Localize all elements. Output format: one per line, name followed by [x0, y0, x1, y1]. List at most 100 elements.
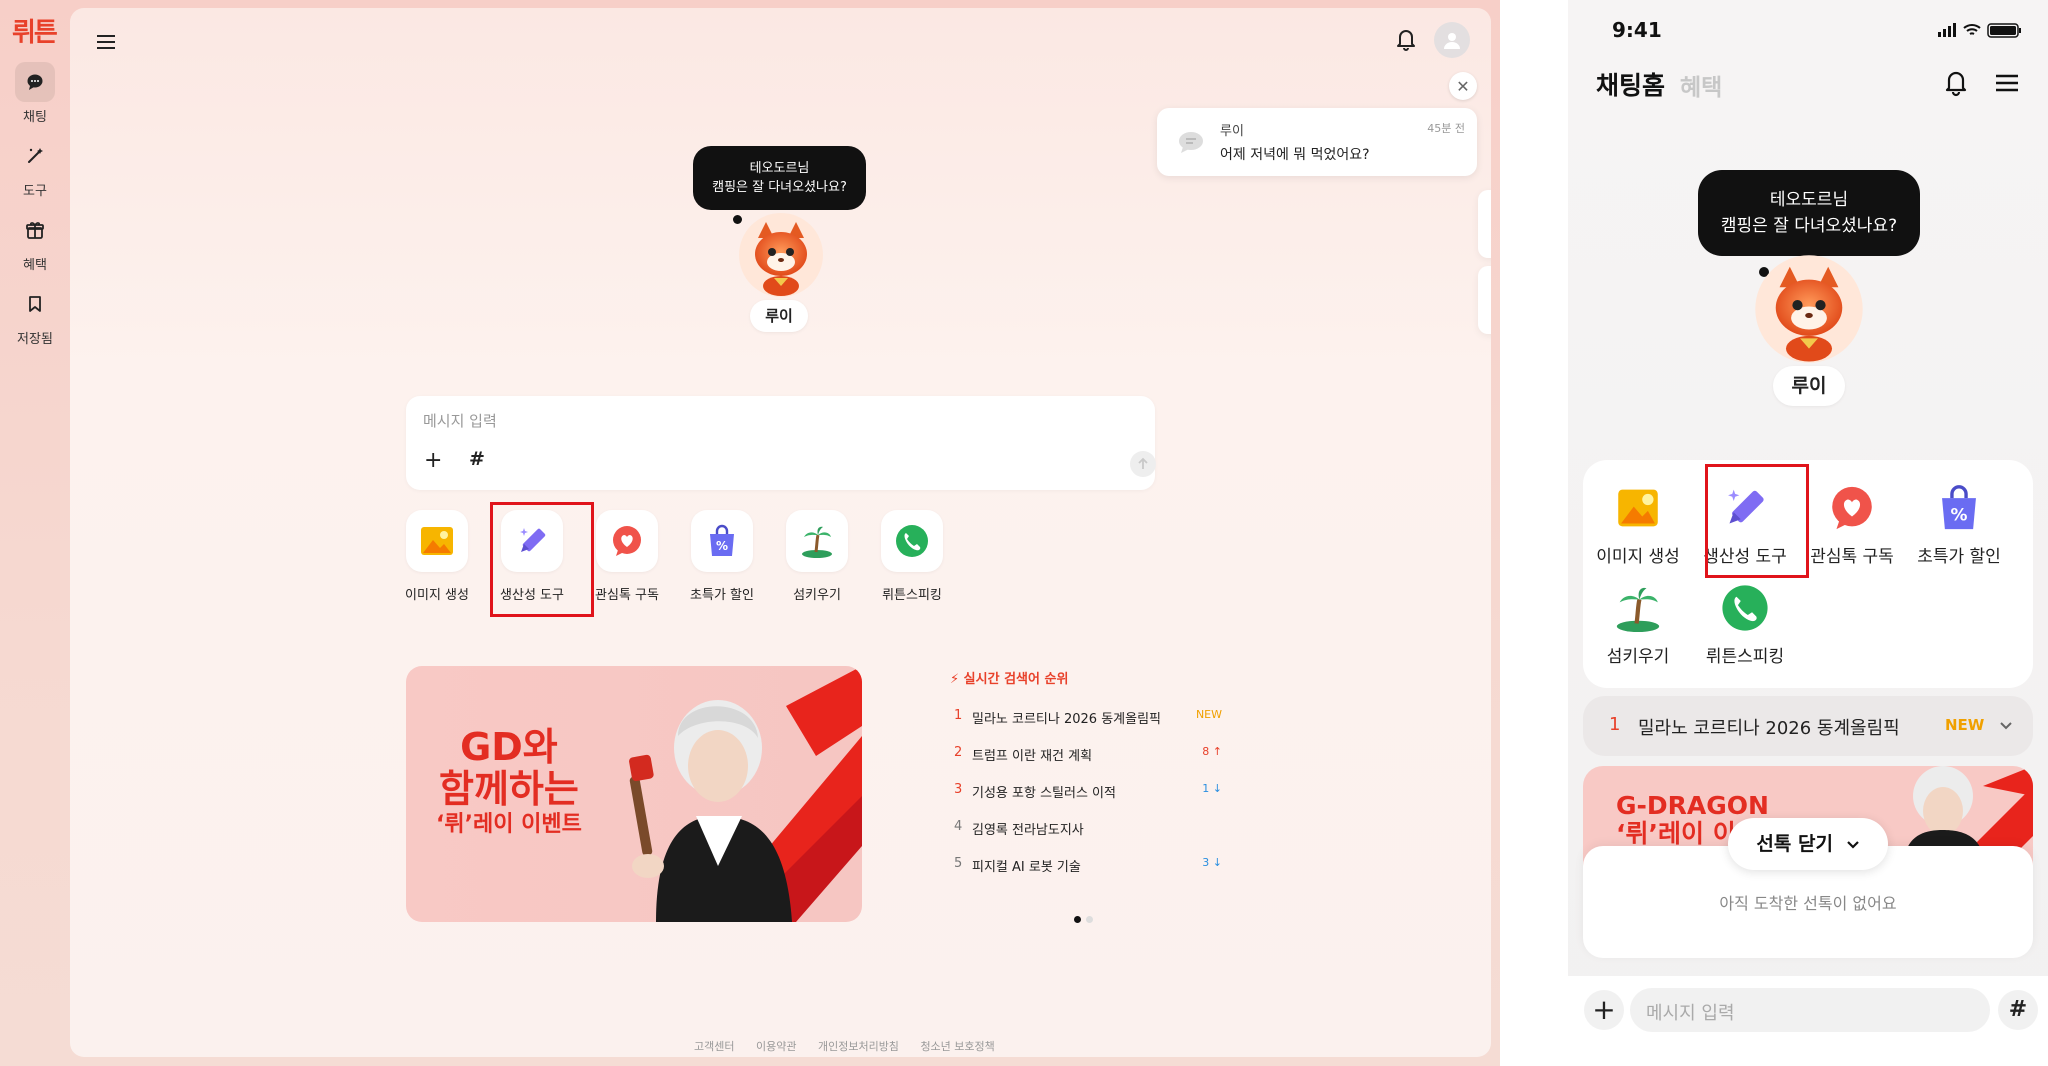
tool-discount[interactable]: % 초특가 할인 — [1906, 484, 2012, 567]
character-avatar[interactable] — [1754, 254, 1864, 364]
character-speech-bubble: 테오도르님 캠핑은 잘 다녀오셨나요? — [1698, 170, 1920, 256]
tool-speaking[interactable]: 뤼튼스피킹 — [866, 510, 958, 603]
trending-badge: NEW — [1945, 716, 1985, 734]
trending-title: ⚡ 실시간 검색어 순위 — [950, 668, 1222, 687]
footer-link[interactable]: 개인정보처리방침 — [818, 1040, 899, 1053]
tool-image-generate[interactable]: 이미지 생성 — [1585, 484, 1691, 567]
bubble-line: 캠핑은 잘 다녀오셨나요? — [712, 180, 847, 195]
app-logo[interactable]: 뤼튼 — [12, 12, 58, 49]
promo-banner[interactable]: GD와 함께하는 ‘뤼’레이 이벤트 — [406, 666, 862, 922]
trending-row[interactable]: 1 밀라노 코르티나 2026 동계올림픽 NEW — [954, 708, 1222, 728]
message-composer[interactable]: 메시지 입력 + # — [406, 396, 1156, 490]
tool-image-generate[interactable]: 이미지 생성 — [391, 510, 483, 603]
close-icon[interactable]: ✕ — [1449, 72, 1477, 100]
toast-message: 어제 저녁에 뭐 먹었어요? — [1220, 147, 1370, 163]
rail-label: 채팅 — [23, 110, 47, 125]
palm-island-icon — [786, 510, 848, 572]
user-avatar-icon[interactable] — [1434, 22, 1470, 58]
tool-label: 섬키우기 — [1606, 647, 1670, 667]
send-arrow-icon[interactable] — [1130, 451, 1156, 477]
trending-text: 밀라노 코르티나 2026 동계올림픽 — [972, 712, 1162, 727]
rail-label: 도구 — [23, 184, 47, 199]
message-input[interactable]: 메시지 입력 — [423, 410, 497, 431]
rail-item-chat[interactable]: 채팅 — [0, 62, 70, 125]
character-name: 루이 — [1773, 366, 1845, 406]
discount-bag-icon: % — [1935, 484, 1983, 532]
trending-rank: 1 — [1609, 714, 1621, 735]
gift-icon — [15, 210, 55, 250]
rail-item-benefits[interactable]: 혜택 — [0, 210, 70, 273]
svg-text:%: % — [716, 539, 728, 553]
footer-link[interactable]: 청소년 보호정책 — [920, 1040, 994, 1053]
tool-label: 이미지 생성 — [405, 588, 469, 603]
trending-text: 밀라노 코르티나 2026 동계올림픽 — [1638, 718, 1900, 739]
image-generate-icon — [406, 510, 468, 572]
footer-link[interactable]: 고객센터 — [694, 1040, 734, 1053]
bubble-line: 테오도르님 — [1769, 190, 1849, 210]
footer-link[interactable]: 이용약관 — [756, 1040, 796, 1053]
tool-interest-talk[interactable]: 관심톡 구독 — [581, 510, 673, 603]
tool-interest-talk[interactable]: 관심톡 구독 — [1799, 484, 1905, 567]
rail-item-tools[interactable]: 도구 — [0, 136, 70, 199]
tool-label: 초특가 할인 — [690, 588, 754, 603]
trending-row[interactable]: 2 트럼프 이란 재건 계획 8 ↑ — [954, 745, 1222, 765]
add-attachment-button[interactable]: + — [424, 448, 442, 473]
trending-rank: 3 — [954, 782, 963, 797]
close-proactive-button[interactable]: 선톡 닫기 — [1728, 818, 1888, 870]
trending-text: 피지컬 AI 로봇 기술 — [972, 860, 1081, 875]
phone-call-icon — [1721, 584, 1769, 632]
mobile-trending-bar[interactable]: 1 밀라노 코르티나 2026 동계올림픽 NEW — [1583, 696, 2033, 756]
bell-icon[interactable] — [1391, 24, 1421, 54]
mobile-tab-chat-home[interactable]: 채팅홈 — [1596, 66, 1665, 102]
trending-row[interactable]: 5 피지컬 AI 로봇 기술 3 ↓ — [954, 856, 1222, 876]
character-avatar[interactable] — [738, 212, 824, 298]
trending-panel: ⚡ 실시간 검색어 순위 1 밀라노 코르티나 2026 동계올림픽 NEW 2… — [950, 668, 1222, 875]
tool-island[interactable]: 섬키우기 — [771, 510, 863, 603]
tool-speaking[interactable]: 뤼튼스피킹 — [1692, 584, 1798, 667]
hamburger-menu-icon[interactable] — [1992, 68, 2022, 98]
status-time: 9:41 — [1612, 18, 1662, 42]
hashtag-button[interactable]: # — [469, 448, 485, 470]
trending-row[interactable]: 4 김영록 전라남도지사 — [954, 819, 1222, 839]
chevron-down-icon[interactable] — [1997, 716, 2015, 734]
tool-discount[interactable]: % 초특가 할인 — [676, 510, 768, 603]
add-attachment-button[interactable]: + — [1584, 990, 1624, 1030]
trending-rank: 2 — [954, 745, 963, 760]
hamburger-menu-icon[interactable] — [92, 28, 120, 56]
trending-row[interactable]: 3 기성용 포항 스틸러스 이적 1 ↓ — [954, 782, 1222, 802]
rail-item-saved[interactable]: 저장됨 — [0, 284, 70, 347]
rail-label: 혜택 — [23, 258, 47, 273]
highlight-box — [1705, 464, 1809, 578]
footer-links: 고객센터 이용약관 개인정보처리방침 청소년 보호정책 — [694, 1038, 1013, 1054]
heart-chat-icon — [596, 510, 658, 572]
trending-text: 김영록 전라남도지사 — [972, 823, 1084, 838]
tool-label: 관심톡 구독 — [595, 588, 659, 603]
trending-badge: NEW — [1195, 708, 1222, 721]
hashtag-button[interactable]: # — [1998, 990, 2038, 1030]
tool-label: 관심톡 구독 — [1810, 547, 1894, 567]
toast-time: 45분 전 — [1427, 122, 1465, 135]
chevron-down-icon — [1840, 833, 1860, 855]
trending-badge: 3 ↓ — [1202, 856, 1222, 869]
tool-label: 뤼튼스피킹 — [1705, 647, 1785, 667]
button-label: 선톡 닫기 — [1756, 833, 1833, 855]
tool-label: 이미지 생성 — [1596, 547, 1680, 567]
carousel-dots[interactable] — [1074, 908, 1098, 927]
bookmark-icon — [15, 284, 55, 324]
tool-island[interactable]: 섬키우기 — [1585, 584, 1691, 667]
banner-artwork — [629, 666, 862, 922]
carousel-dot-active[interactable] — [1074, 916, 1081, 923]
input-placeholder: 메시지 입력 — [1646, 1003, 1735, 1024]
message-input[interactable]: 메시지 입력 — [1630, 988, 1990, 1032]
trending-rank: 5 — [954, 856, 963, 871]
banner-text: GD와 함께하는 ‘뤼’레이 이벤트 — [436, 726, 582, 840]
carousel-dot[interactable] — [1086, 916, 1093, 923]
trending-badge: 1 ↓ — [1202, 782, 1222, 795]
tool-label: 섬키우기 — [793, 588, 841, 603]
svg-text:%: % — [1951, 505, 1968, 525]
bell-icon[interactable] — [1940, 66, 1972, 98]
rail-label: 저장됨 — [17, 332, 53, 347]
trending-badge: 8 ↑ — [1202, 745, 1222, 758]
mobile-tab-benefits[interactable]: 혜택 — [1680, 68, 1722, 102]
notification-toast[interactable]: 루이 45분 전 어제 저녁에 뭐 먹었어요? — [1157, 108, 1477, 176]
